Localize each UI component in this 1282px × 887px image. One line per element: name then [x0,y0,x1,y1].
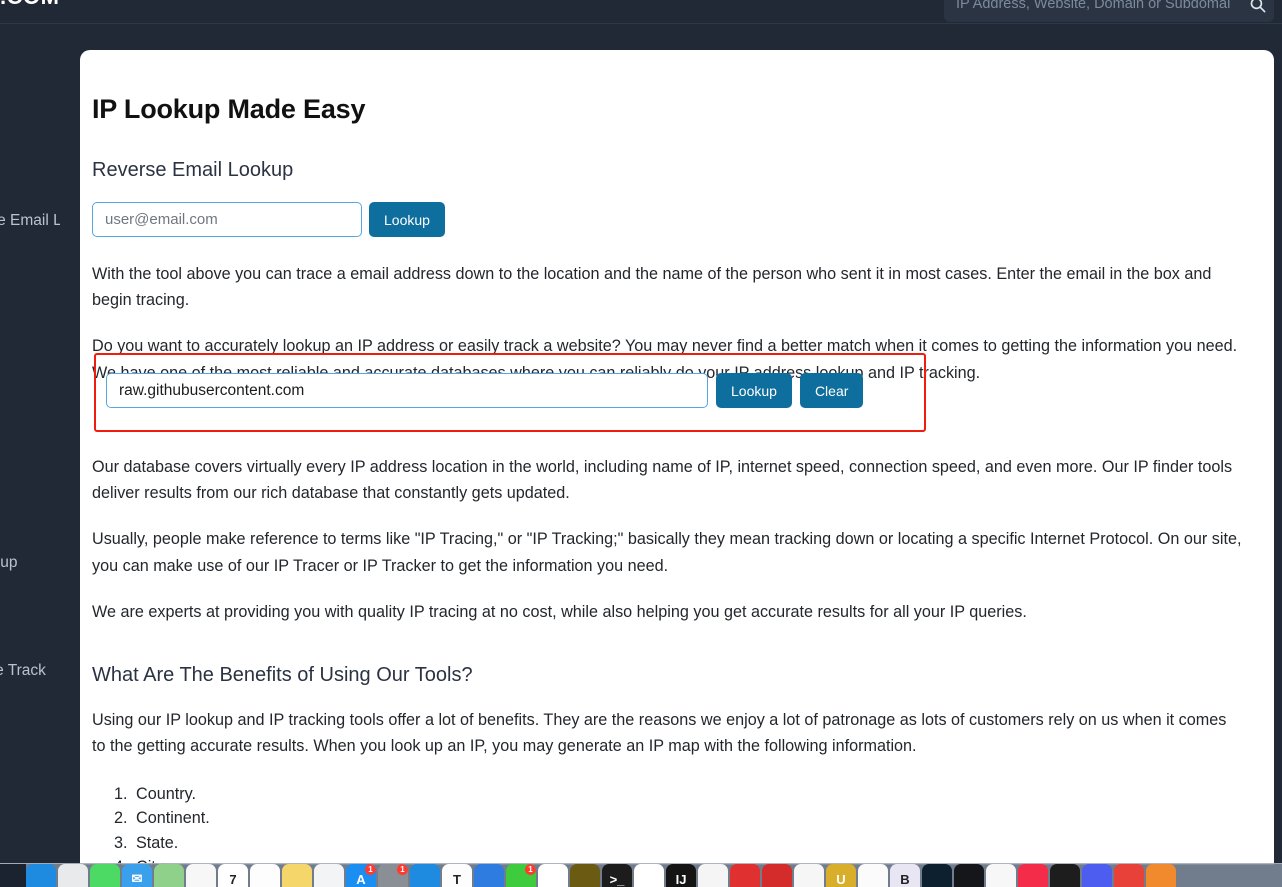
keka-icon[interactable] [794,864,824,887]
list-item: Continent. [132,806,1244,831]
list-item: Country. [132,782,1244,807]
ytb-icon[interactable] [1050,864,1080,887]
dock-icon-glyph: U [836,871,846,887]
launchpad-icon[interactable] [58,864,88,887]
photos-icon[interactable] [186,864,216,887]
mail-icon[interactable]: ✉ [122,864,152,887]
ip-lookup-input[interactable] [106,373,708,408]
finder-icon[interactable] [26,864,56,887]
benefits-title: What Are The Benefits of Using Our Tools… [92,664,473,687]
header-search-box[interactable] [944,0,1274,22]
header-search-input[interactable] [944,0,1240,21]
dock-icon-glyph: IJ [675,871,687,887]
dock-icon-glyph: 7 [229,871,237,887]
textedit-icon[interactable]: T [442,864,472,887]
bear-icon[interactable]: B [890,864,920,887]
notepad-icon[interactable] [858,864,888,887]
wechat-icon[interactable]: 1 [506,864,536,887]
reverse-email-lookup-title: Reverse Email Lookup [92,159,294,181]
search-app-icon[interactable] [1082,864,1112,887]
sidebar-item-reverse-email-lookup[interactable]: Reverse Email Lookup [0,212,60,230]
sidebar-item-ip-lookup[interactable]: IP Lookup [0,554,60,572]
dock-icon-glyph: B [900,871,910,887]
reverse-email-lookup-form: Lookup [92,202,1244,237]
todo-icon[interactable] [474,864,504,887]
activity-monitor-icon[interactable] [922,864,952,887]
dock-icon-glyph: T [453,871,461,887]
email-lookup-button[interactable]: Lookup [369,202,445,237]
wps-icon[interactable] [1114,864,1144,887]
discord-icon[interactable] [954,864,984,887]
books-icon[interactable] [730,864,760,887]
xiaohongshu-icon[interactable] [1018,864,1048,887]
main-content-card: IP Lookup Made Easy Reverse Email Lookup… [80,50,1274,865]
dock-badge: 1 [365,864,376,875]
unity-icon[interactable]: U [826,864,856,887]
app-store-icon[interactable]: A1 [346,864,376,887]
intellij-icon[interactable]: IJ [666,864,696,887]
ip-lookup-form: Lookup Clear [106,373,864,408]
dock-icon-glyph: A [356,871,366,887]
ip-clear-button[interactable]: Clear [799,373,864,408]
ashui-icon[interactable] [986,864,1016,887]
dock-icon-glyph: >_ [609,871,625,887]
firefox-icon[interactable] [698,864,728,887]
benefits-list: Country. Continent. State. City. Longitu… [132,782,1244,865]
apple-red-icon[interactable] [762,864,792,887]
left-sidebar: Reverse Email Lookup IP Lookup Website T… [0,24,60,864]
dock-icon-glyph: ✉ [131,871,143,886]
system-preferences-icon[interactable]: 1 [378,864,408,887]
macos-dock[interactable]: ✉ 7 A 1 1 T 1 >_ IJ U B [0,863,1282,887]
site-logo[interactable]: .COM [0,0,59,10]
messages-icon[interactable] [90,864,120,887]
pinterest-icon[interactable] [570,864,600,887]
notes-icon[interactable] [282,864,312,887]
site-header: .COM [0,0,1282,24]
paragraph-1: With the tool above you can trace a emai… [92,265,1212,310]
mailspring-icon[interactable] [538,864,568,887]
maps-icon[interactable] [154,864,184,887]
search-icon[interactable] [1240,0,1274,13]
sidebar-item-label: IP Lookup [0,554,18,571]
email-input[interactable] [92,202,362,237]
sidebar-item-website-track[interactable]: Website Track [0,662,60,680]
ip-lookup-button[interactable]: Lookup [716,373,792,408]
dock-badge: 1 [397,864,408,875]
reminders-icon[interactable] [250,864,280,887]
screen-root: .COM Reverse Email Lookup IP Lookup Webs… [0,0,1282,887]
safari-icon[interactable] [410,864,440,887]
sidebar-item-label: Reverse Email Lookup [0,212,60,229]
stocks-icon[interactable] [314,864,344,887]
calendar-icon[interactable]: 7 [218,864,248,887]
dock-badge: 1 [525,864,536,875]
chrome-icon[interactable] [634,864,664,887]
sidebar-item-label: Website Track [0,662,46,679]
list-item: State. [132,831,1244,856]
benefits-intro: Using our IP lookup and IP tracking tool… [92,711,1227,756]
page-title: IP Lookup Made Easy [92,94,366,124]
paragraph-4: Usually, people make reference to terms … [92,530,1242,575]
terminal-icon[interactable]: >_ [602,864,632,887]
paragraph-3: Our database covers virtually every IP a… [92,457,1233,503]
apps-icon[interactable] [1146,864,1176,887]
paragraph-5: We are experts at providing you with qua… [92,602,1027,621]
